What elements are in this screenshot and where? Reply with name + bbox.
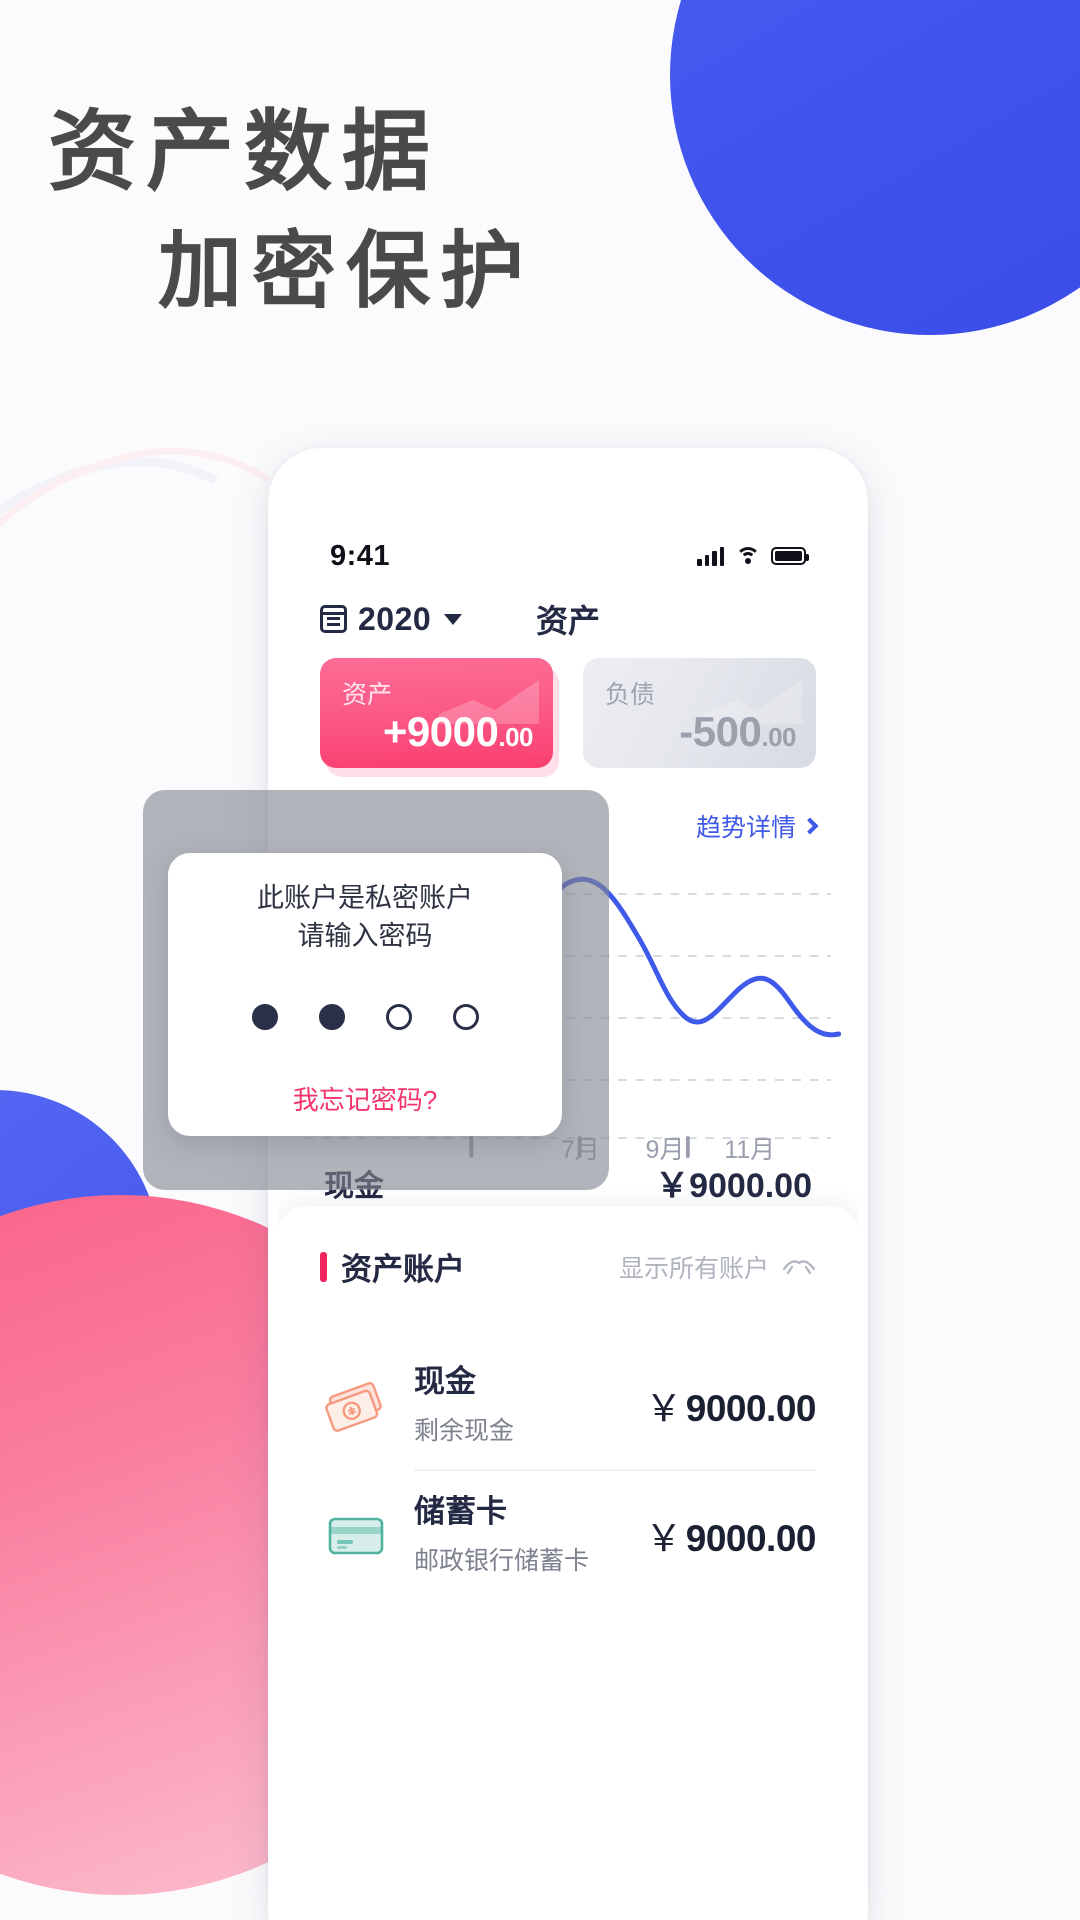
account-subtitle: 邮政银行储蓄卡 [414,1546,590,1575]
section-accent-bar [320,1251,327,1282]
status-bar-icons [697,546,809,566]
currency-symbol: ￥ [645,1517,682,1559]
password-modal-line-1: 此账户是私密账户 [257,883,473,913]
accounts-title-group: 资产账户 [320,1244,465,1289]
calendar-icon [320,605,347,633]
cash-icon [320,1374,392,1436]
password-modal: 此账户是私密账户 请输入密码 我忘记密码? [168,853,562,1136]
headline-line-1: 资产数据 [48,102,441,201]
app-header: 2020 资产 [278,586,858,652]
password-dot-empty [452,1003,479,1030]
account-text: 现金 剩余现金 [414,1363,645,1447]
password-dot-filled [251,1003,278,1030]
summary-card-debt[interactable]: 负债 -500.00 [583,658,816,768]
show-all-accounts-label: 显示所有账户 [618,1254,769,1283]
password-dot-filled [318,1003,345,1030]
status-bar: 9:41 [278,536,858,576]
year-label: 2020 [358,600,432,637]
accounts-panel-header: 资产账户 显示所有账户 [320,1244,816,1289]
holding-preview-amount: ￥9000.00 [655,1167,812,1205]
wifi-icon [735,546,760,566]
eye-off-icon [782,1257,816,1277]
debt-amount: -500 [679,708,762,755]
account-amount-value: 9000.00 [685,1517,817,1559]
accounts-panel-title: 资产账户 [341,1252,465,1287]
year-picker[interactable]: 2020 [320,600,463,638]
account-amount: ￥ 9000.00 [645,1378,816,1432]
currency-symbol: ￥ [645,1387,682,1429]
account-name: 储蓄卡 [414,1493,507,1529]
debt-cents: .00 [761,722,796,752]
summary-cards: 资产 +9000.00 负债 -500.00 [278,658,858,768]
account-amount: ￥ 9000.00 [645,1508,816,1562]
list-item[interactable]: 储蓄卡 邮政银行储蓄卡 ￥ 9000.00 [320,1471,817,1599]
summary-card-asset[interactable]: 资产 +9000.00 [320,658,553,768]
account-name: 现金 [414,1364,476,1399]
password-dot-empty [385,1003,412,1030]
account-text: 储蓄卡 邮政银行储蓄卡 [414,1493,645,1577]
forgot-password-link[interactable]: 我忘记密码? [293,1080,437,1117]
password-modal-line-2: 请输入密码 [297,921,433,952]
list-item[interactable]: 现金 剩余现金 ￥ 9000.00 [320,1341,817,1469]
accounts-list: 现金 剩余现金 ￥ 9000.00 储蓄卡 邮政银行储蓄卡 ￥ 9000.00 [320,1341,817,1599]
cellular-signal-icon [697,546,724,566]
chevron-right-icon [801,817,819,835]
asset-accounts-panel: 资产账户 显示所有账户 现金 剩余现金 ￥ 9000.00 储蓄卡 邮政银行储蓄… [278,1206,858,1920]
asset-cents: .00 [498,722,533,752]
battery-full-icon [771,547,809,565]
decorative-blob-blue-top-right [670,0,1080,335]
account-amount-value: 9000.00 [685,1387,817,1429]
asset-amount: +9000 [382,708,499,755]
bank-card-icon [320,1504,392,1566]
account-subtitle: 剩余现金 [414,1416,515,1445]
summary-card-asset-value: +9000.00 [382,708,534,756]
show-all-accounts-toggle[interactable]: 显示所有账户 [619,1249,816,1285]
chevron-down-icon [444,613,463,625]
password-dots[interactable] [251,1003,479,1030]
headline-line-2: 加密保护 [158,223,535,318]
poster-headline: 资产数据 加密保护 [0,100,660,322]
status-bar-time: 9:41 [330,539,391,572]
summary-card-debt-value: -500.00 [679,708,796,756]
